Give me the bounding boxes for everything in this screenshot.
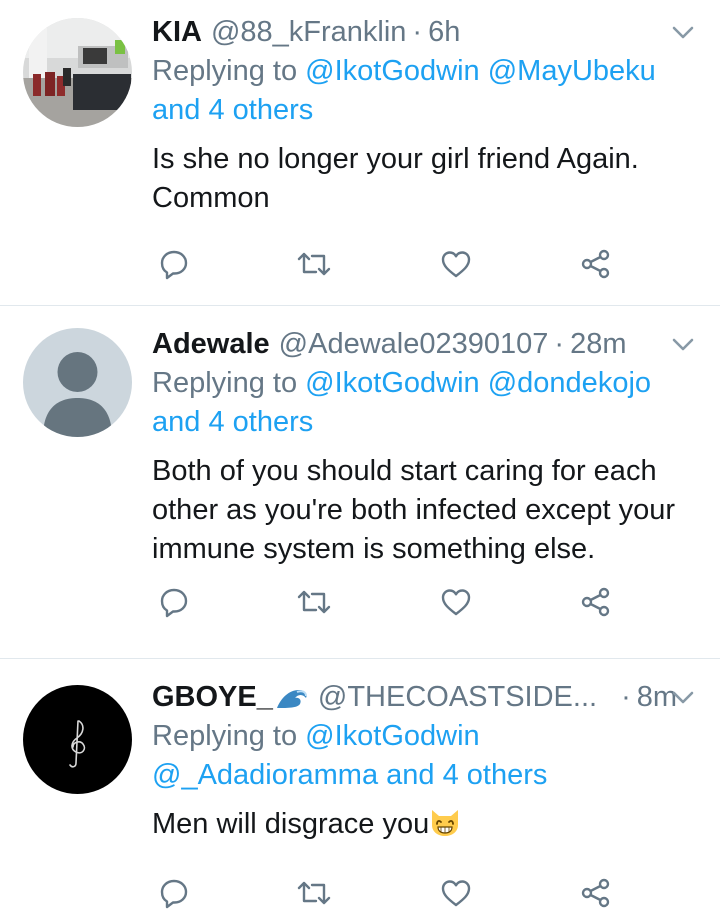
reply-icon[interactable] (154, 582, 194, 622)
retweet-icon[interactable] (294, 582, 334, 622)
room-photo-icon (23, 18, 132, 127)
mention-link[interactable]: @_Adadioramma (152, 759, 378, 791)
tweet-actions (152, 873, 622, 913)
separator-dot: · (621, 680, 631, 713)
user-handle[interactable]: @Adewale02390107 (279, 328, 549, 361)
others-link[interactable]: and 4 others (386, 759, 547, 791)
mention-link[interactable]: @IkotGodwin (305, 367, 480, 399)
tweet-text: Both of you should start caring for each… (152, 455, 676, 565)
user-handle[interactable]: @THECOASTSIDE... (318, 681, 597, 714)
share-icon[interactable] (576, 244, 616, 284)
replying-prefix: Replying to (152, 367, 298, 399)
mention-link[interactable]: @MayUbeku (488, 55, 656, 87)
others-link[interactable]: and 4 others (152, 406, 313, 438)
replying-prefix: Replying to (152, 55, 298, 87)
avatar[interactable] (23, 18, 132, 127)
like-icon[interactable] (436, 873, 476, 913)
user-handle[interactable]: @88_kFranklin (211, 16, 406, 49)
replying-to: Replying to @IkotGodwin @dondekojo and 4… (152, 364, 700, 442)
reply-icon[interactable] (154, 873, 194, 913)
default-person-icon (23, 328, 132, 437)
like-icon[interactable] (436, 244, 476, 284)
replying-to: Replying to @IkotGodwin @_Adadioramma an… (152, 717, 700, 795)
like-icon[interactable] (436, 582, 476, 622)
separator-dot: · (554, 327, 565, 360)
tweet-text-container: Men will disgrace you (152, 805, 700, 844)
timestamp[interactable]: 6h (428, 16, 460, 49)
timestamp[interactable]: 28m (570, 328, 626, 361)
tweet-item[interactable]: KIA @88_kFranklin · 6h Replying to @Ikot… (0, 0, 720, 306)
treble-clef-icon (23, 685, 132, 794)
reply-icon[interactable] (154, 244, 194, 284)
chevron-down-icon[interactable] (668, 683, 698, 713)
tweet-text: Is she no longer your girl friend Again.… (152, 143, 639, 214)
retweet-icon[interactable] (294, 244, 334, 284)
tweet-text: Men will disgrace you (152, 808, 430, 840)
wave-emoji-icon (275, 684, 309, 710)
tweet-actions (152, 244, 622, 284)
mention-link[interactable]: @IkotGodwin (305, 720, 480, 752)
display-name[interactable]: GBOYE_ (152, 681, 273, 714)
separator-dot: · (412, 15, 423, 48)
replying-prefix: Replying to (152, 720, 298, 752)
retweet-icon[interactable] (294, 873, 334, 913)
mention-link[interactable]: @dondekojo (488, 367, 651, 399)
tweet-item[interactable]: Adewale @Adewale02390107 · 28m Replying … (0, 306, 720, 659)
mention-link[interactable]: @IkotGodwin (305, 55, 480, 87)
tweet-item[interactable]: GBOYE_ @THECOASTSIDE... · 8m Replying to… (0, 659, 720, 920)
tweet-actions (152, 582, 622, 622)
chevron-down-icon[interactable] (668, 330, 698, 360)
avatar[interactable] (23, 685, 132, 794)
share-icon[interactable] (576, 582, 616, 622)
chevron-down-icon[interactable] (668, 18, 698, 48)
replying-to: Replying to @IkotGodwin @MayUbeku and 4 … (152, 52, 700, 130)
share-icon[interactable] (576, 873, 616, 913)
display-name[interactable]: KIA (152, 16, 202, 49)
avatar[interactable] (23, 328, 132, 437)
others-link[interactable]: and 4 others (152, 94, 313, 126)
grinning-cat-emoji-icon (429, 807, 461, 837)
display-name[interactable]: Adewale (152, 328, 270, 361)
